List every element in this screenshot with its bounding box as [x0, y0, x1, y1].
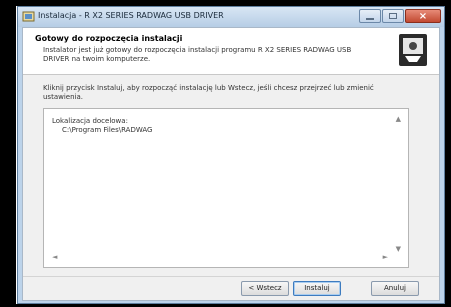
- ready-memo[interactable]: Lokalizacja docelowa: C:\Program Files\R…: [43, 108, 409, 268]
- minimize-button[interactable]: [359, 9, 381, 23]
- scroll-up-arrow-icon[interactable]: ▲: [396, 115, 401, 123]
- close-icon: ×: [418, 11, 428, 22]
- destination-path: C:\Program Files\RADWAG: [62, 126, 153, 134]
- page-title: Gotowy do rozpoczęcia instalacji: [35, 34, 183, 43]
- computer-setup-icon: [399, 34, 427, 66]
- back-button[interactable]: < Wstecz: [241, 281, 289, 296]
- window-title: Instalacja - R X2 SERIES RADWAG USB DRIV…: [38, 11, 224, 20]
- scroll-down-arrow-icon[interactable]: ▼: [396, 245, 401, 253]
- scroll-left-arrow-icon[interactable]: ◄: [52, 253, 57, 261]
- destination-label: Lokalizacja docelowa:: [52, 117, 128, 125]
- page-subtitle: Instalator jest już gotowy do rozpoczęci…: [43, 46, 352, 63]
- close-button[interactable]: ×: [405, 9, 441, 23]
- title-bar[interactable]: Instalacja - R X2 SERIES RADWAG USB DRIV…: [18, 7, 444, 27]
- wizard-header: Gotowy do rozpoczęcia instalacji Instala…: [23, 28, 439, 75]
- border-left: [0, 0, 16, 307]
- installer-app-icon: [22, 11, 35, 22]
- screenshot-frame: Instalacja - R X2 SERIES RADWAG USB DRIV…: [0, 0, 451, 307]
- cancel-button[interactable]: Anuluj: [371, 281, 419, 296]
- maximize-button[interactable]: [382, 9, 404, 23]
- install-button[interactable]: Instaluj: [293, 281, 341, 296]
- minimize-icon: [366, 18, 374, 20]
- maximize-icon: [389, 13, 397, 19]
- wizard-client-area: Gotowy do rozpoczęcia instalacji Instala…: [22, 27, 440, 301]
- scroll-right-arrow-icon[interactable]: ►: [383, 253, 388, 261]
- button-separator: [23, 276, 439, 277]
- instruction-text: Kliknij przycisk Instaluj, aby rozpocząć…: [43, 84, 374, 101]
- window-controls: ×: [359, 9, 441, 24]
- border-right: [445, 0, 451, 307]
- installer-window: Instalacja - R X2 SERIES RADWAG USB DRIV…: [17, 6, 445, 304]
